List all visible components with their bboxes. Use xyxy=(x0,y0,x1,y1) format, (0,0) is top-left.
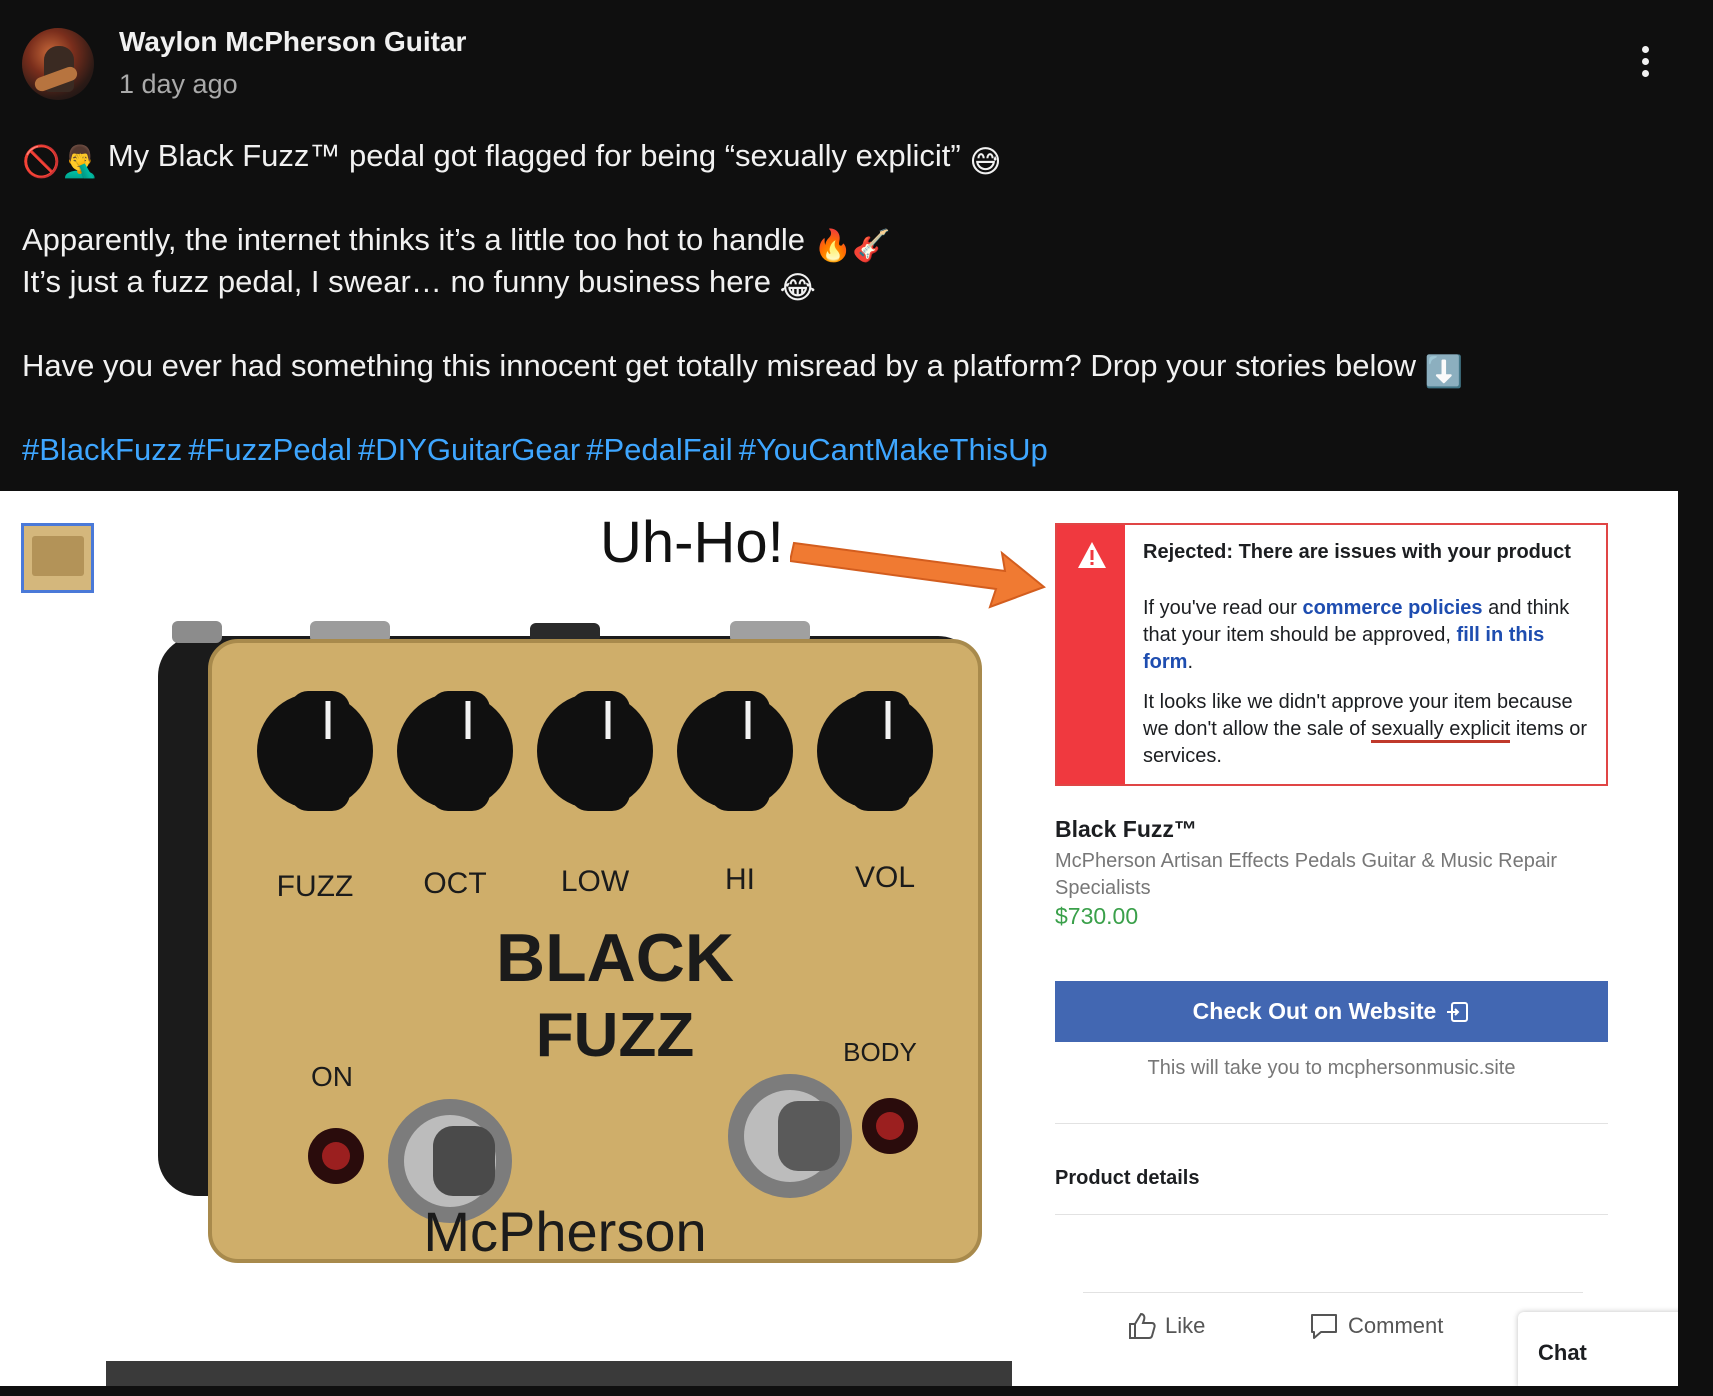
black-fuzz-pedal-image: FUZZ OCT LOW HI VOL BLACK FUZZ ON BODY M… xyxy=(158,621,982,1263)
bottom-strip xyxy=(0,1386,1713,1396)
knob-label-hi: HI xyxy=(725,863,755,896)
pedal-brand-fuzz: FUZZ xyxy=(536,1001,694,1070)
check-out-label: Check Out on Website xyxy=(1192,998,1437,1024)
divider xyxy=(1055,1214,1608,1215)
divider xyxy=(1055,1123,1608,1124)
post-line-3: It’s just a fuzz pedal, I swear… no funn… xyxy=(22,264,816,306)
hashtag-link[interactable]: #PedalFail xyxy=(586,432,732,467)
post-line-4: Have you ever had something this innocen… xyxy=(22,348,1463,390)
joy-emoji: 😂 xyxy=(779,270,816,305)
commerce-policies-link[interactable]: commerce policies xyxy=(1302,597,1482,619)
thumbs-up-icon xyxy=(1129,1312,1156,1339)
like-button[interactable]: Like xyxy=(1127,1311,1205,1341)
down-arrow-emoji: ⬇️ xyxy=(1424,354,1464,389)
pedal-brand-black: BLACK xyxy=(496,920,734,996)
knob-label-oct: OCT xyxy=(423,867,486,900)
pedal-on-label: ON xyxy=(311,1061,353,1092)
divider xyxy=(1083,1292,1583,1293)
uh-ho-caption: Uh-Ho! xyxy=(600,510,784,575)
hashtag-link[interactable]: #DIYGuitarGear xyxy=(358,432,580,467)
hashtag-link[interactable]: #BlackFuzz xyxy=(22,432,182,467)
warning-icon xyxy=(1078,542,1106,568)
prohibited-emoji: 🚫 xyxy=(22,144,61,179)
post-text-line-3: It’s just a fuzz pedal, I swear… no funn… xyxy=(22,264,771,299)
knob-label-low: LOW xyxy=(561,865,630,898)
external-link-icon xyxy=(1447,1001,1469,1022)
rejection-notice: Rejected: There are issues with your pro… xyxy=(1055,523,1608,786)
orange-arrow-icon xyxy=(790,541,1046,609)
check-out-on-website-button[interactable]: Check Out on Website xyxy=(1055,981,1608,1042)
product-details-heading[interactable]: Product details xyxy=(1055,1167,1199,1190)
post-image[interactable]: Uh-Ho! FUZZ OCT LOW HI VOL BLACK FUZZ ON… xyxy=(0,491,1678,1391)
hashtag-link[interactable]: #YouCantMakeThisUp xyxy=(739,432,1048,467)
rejection-title: Rejected: There are issues with your pro… xyxy=(1143,541,1571,563)
post-line-1: 🚫🤦‍♂️ My Black Fuzz™ pedal got flagged f… xyxy=(22,138,1002,180)
sexually-explicit-underline: sexually explicit xyxy=(1371,718,1511,743)
product-thumbnail[interactable] xyxy=(21,523,94,593)
post-line-2: Apparently, the internet thinks it’s a l… xyxy=(22,222,891,264)
post-time: 1 day ago xyxy=(119,69,238,99)
avatar[interactable] xyxy=(22,28,94,100)
hashtag-list: #BlackFuzz #FuzzPedal #DIYGuitarGear #Pedal… xyxy=(22,432,1054,468)
rejection-paragraph-1: If you've read our commerce policies and… xyxy=(1143,597,1570,673)
author-name[interactable]: Waylon McPherson Guitar xyxy=(119,26,466,58)
post-text-line-1: My Black Fuzz™ pedal got flagged for bei… xyxy=(107,138,961,173)
guitar-emoji: 🎸 xyxy=(852,228,891,263)
hashtag-link[interactable]: #FuzzPedal xyxy=(188,432,352,467)
chat-widget[interactable]: Chat xyxy=(1518,1312,1678,1387)
redirect-note: This will take you to mcphersonmusic.sit… xyxy=(1147,1057,1516,1079)
like-label: Like xyxy=(1165,1313,1206,1338)
fire-emoji: 🔥 xyxy=(813,228,853,263)
more-options-icon[interactable] xyxy=(1632,46,1658,86)
facepalm-emoji: 🤦‍♂️ xyxy=(60,144,100,179)
sweat-smile-emoji: 😅 xyxy=(969,144,1002,179)
knob-label-fuzz: FUZZ xyxy=(277,870,354,903)
comment-label: Comment xyxy=(1348,1313,1444,1338)
product-seller[interactable]: McPherson Artisan Effects Pedals Guitar … xyxy=(1055,848,1615,902)
pedal-maker: McPherson xyxy=(423,1200,706,1263)
post-text-line-4: Have you ever had something this innocen… xyxy=(22,348,1416,383)
rejection-paragraph-2: It looks like we didn't approve your ite… xyxy=(1143,691,1588,767)
product-name: Black Fuzz™ xyxy=(1055,816,1197,842)
post-text-line-2: Apparently, the internet thinks it’s a l… xyxy=(22,222,805,257)
knob-label-vol: VOL xyxy=(855,861,915,894)
chat-label: Chat xyxy=(1538,1340,1587,1365)
comment-button[interactable]: Comment xyxy=(1308,1311,1443,1341)
pedal-body-label: BODY xyxy=(843,1037,917,1067)
comment-bubble-icon xyxy=(1311,1314,1337,1339)
product-price: $730.00 xyxy=(1055,903,1139,929)
